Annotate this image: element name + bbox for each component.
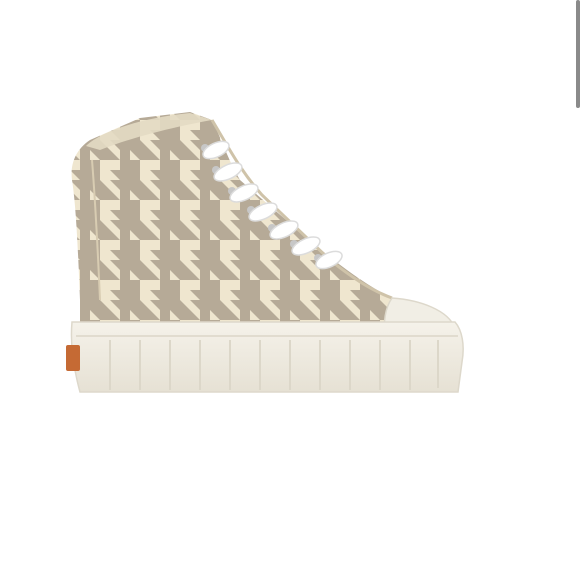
- heel-tab: [66, 345, 80, 371]
- scroll-indicator: [576, 0, 580, 108]
- sneaker-sole: [70, 321, 464, 393]
- sneaker-photo: [66, 112, 464, 393]
- product-photo-frame: [0, 0, 580, 580]
